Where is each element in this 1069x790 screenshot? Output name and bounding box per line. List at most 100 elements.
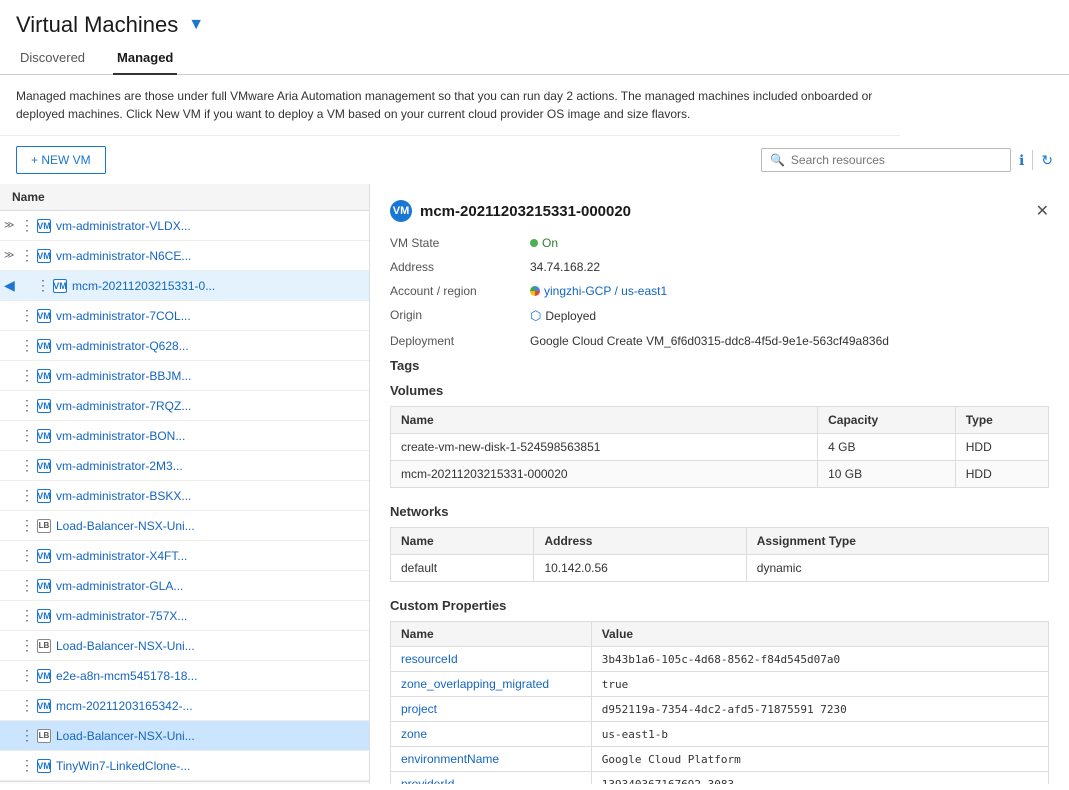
custom-properties-section-title: Custom Properties bbox=[390, 598, 1049, 613]
detail-vm-name: mcm-20211203215331-000020 bbox=[420, 203, 631, 220]
list-item[interactable]: ⋮ LB Load-Balancer-NSX-Uni... bbox=[0, 631, 369, 661]
more-btn[interactable]: ⋮ bbox=[20, 337, 36, 354]
vm-type-icon: VM bbox=[36, 248, 52, 264]
list-item[interactable]: ⋮ VM vm-administrator-2M3... bbox=[0, 451, 369, 481]
table-row: zoneus-east1-b bbox=[391, 722, 1049, 747]
list-item[interactable]: ⋮ VM vm-administrator-7COL... bbox=[0, 301, 369, 331]
cp-name: providerId bbox=[391, 772, 592, 785]
volumes-col-capacity: Capacity bbox=[818, 407, 956, 434]
tab-managed[interactable]: Managed bbox=[113, 42, 177, 75]
list-item[interactable]: ⋮ VM vm-administrator-Q628... bbox=[0, 331, 369, 361]
more-btn[interactable]: ⋮ bbox=[20, 367, 36, 384]
detail-close-button[interactable]: ✕ bbox=[1036, 201, 1049, 221]
more-btn[interactable]: ⋮ bbox=[20, 607, 36, 624]
list-item[interactable]: ⋮ VM vm-administrator-BON... bbox=[0, 421, 369, 451]
more-btn[interactable]: ⋮ bbox=[20, 757, 36, 774]
toolbar-right: 🔍 ℹ ↻ bbox=[761, 148, 1053, 172]
more-btn[interactable]: ⋮ bbox=[20, 727, 36, 744]
main-content: Name ≫ ⋮ VM vm-administrator-VLDX... ≫ ⋮… bbox=[0, 184, 1069, 784]
table-row: default10.142.0.56dynamic bbox=[391, 555, 1049, 582]
address-label: Address bbox=[390, 260, 530, 274]
list-item[interactable]: ⋮ VM vm-administrator-BSKX... bbox=[0, 481, 369, 511]
item-label: vm-administrator-BON... bbox=[56, 429, 185, 443]
info-icon[interactable]: ℹ bbox=[1019, 152, 1024, 169]
more-btn[interactable]: ⋮ bbox=[20, 427, 36, 444]
item-label: vm-administrator-BBJM... bbox=[56, 369, 191, 383]
list-item[interactable]: ⋮ VM vm-administrator-GLA... bbox=[0, 571, 369, 601]
deployed-icon: ⬡ bbox=[530, 308, 541, 324]
more-btn[interactable]: ⋮ bbox=[20, 247, 36, 264]
more-btn[interactable]: ⋮ bbox=[20, 487, 36, 504]
volumes-col-name: Name bbox=[391, 407, 818, 434]
detail-vm-icon: VM bbox=[390, 200, 412, 222]
selected-arrow-icon: ◀ bbox=[4, 277, 20, 294]
list-item[interactable]: ⋮ VM TinyWin7-LinkedClone-... bbox=[0, 751, 369, 781]
list-item[interactable]: ≫ ⋮ VM vm-administrator-VLDX... bbox=[0, 211, 369, 241]
new-vm-button[interactable]: + NEW VM bbox=[16, 146, 106, 174]
expand-btn[interactable]: ≫ bbox=[4, 220, 20, 231]
list-item[interactable]: ⋮ VM vm-administrator-X4FT... bbox=[0, 541, 369, 571]
more-btn[interactable]: ⋮ bbox=[20, 667, 36, 684]
detail-title-area: VM mcm-20211203215331-000020 bbox=[390, 200, 631, 222]
table-row: mcm-20211203215331-00002010 GBHDD bbox=[391, 461, 1049, 488]
search-input[interactable] bbox=[791, 153, 1002, 167]
table-row: zone_overlapping_migratedtrue bbox=[391, 672, 1049, 697]
cp-col-value: Value bbox=[591, 622, 1048, 647]
more-btn[interactable]: ⋮ bbox=[20, 217, 36, 234]
more-btn[interactable]: ⋮ bbox=[36, 277, 52, 294]
status-on-dot bbox=[530, 239, 538, 247]
more-btn[interactable]: ⋮ bbox=[20, 517, 36, 534]
networks-col-name: Name bbox=[391, 528, 534, 555]
more-btn[interactable]: ⋮ bbox=[20, 697, 36, 714]
table-row: projectd952119a-7354-4dc2-afd5-71875591 … bbox=[391, 697, 1049, 722]
cp-col-name: Name bbox=[391, 622, 592, 647]
list-item[interactable]: ≫ ⋮ VM vm-administrator-N6CE... bbox=[0, 241, 369, 271]
account-region-value[interactable]: yingzhi-GCP / us-east1 bbox=[530, 284, 667, 298]
item-label: vm-administrator-VLDX... bbox=[56, 219, 191, 233]
list-item[interactable]: ◀ ⋮ VM mcm-20211203215331-0... bbox=[0, 271, 369, 301]
list-item[interactable]: ⋮ VM vm-administrator-757X... bbox=[0, 601, 369, 631]
more-btn[interactable]: ⋮ bbox=[20, 307, 36, 324]
vm-state-row: VM State On bbox=[390, 236, 1049, 250]
item-label: vm-administrator-Q628... bbox=[56, 339, 189, 353]
list-column-header: Name bbox=[0, 184, 369, 211]
expand-btn[interactable]: ≫ bbox=[4, 250, 20, 261]
vm-type-icon: VM bbox=[36, 698, 52, 714]
more-btn[interactable]: ⋮ bbox=[20, 397, 36, 414]
tab-discovered[interactable]: Discovered bbox=[16, 42, 89, 75]
more-btn[interactable]: ⋮ bbox=[20, 637, 36, 654]
list-item[interactable]: ⋮ VM vm-administrator-7RQZ... bbox=[0, 391, 369, 421]
item-label: TinyWin7-LinkedClone-... bbox=[56, 759, 190, 773]
more-btn[interactable]: ⋮ bbox=[20, 577, 36, 594]
vm-type-icon: VM bbox=[36, 428, 52, 444]
refresh-icon[interactable]: ↻ bbox=[1041, 152, 1053, 169]
vm-state-label: VM State bbox=[390, 236, 530, 250]
cp-value: d952119a-7354-4dc2-afd5-71875591 7230 bbox=[591, 697, 1048, 722]
networks-col-address: Address bbox=[534, 528, 746, 555]
list-item[interactable]: ⋮ LB Load-Balancer-NSX-Uni... bbox=[0, 721, 369, 751]
divider bbox=[1032, 150, 1033, 170]
deployment-row: Deployment Google Cloud Create VM_6f6d03… bbox=[390, 334, 1049, 348]
tabs-bar: Discovered Managed bbox=[0, 42, 1069, 75]
custom-properties-table: Name Value resourceId3b43b1a6-105c-4d68-… bbox=[390, 621, 1049, 784]
cp-value: Google Cloud Platform bbox=[591, 747, 1048, 772]
origin-text: Deployed bbox=[545, 309, 596, 323]
address-row: Address 34.74.168.22 bbox=[390, 260, 1049, 274]
volume-capacity: 10 GB bbox=[818, 461, 956, 488]
more-btn[interactable]: ⋮ bbox=[20, 547, 36, 564]
list-item[interactable]: ⋮ VM mcm-20211203165342-... bbox=[0, 691, 369, 721]
deployment-label: Deployment bbox=[390, 334, 530, 348]
filter-icon[interactable]: ▼ bbox=[188, 16, 204, 34]
description-text: Managed machines are those under full VM… bbox=[0, 75, 900, 136]
volume-type: HDD bbox=[955, 461, 1048, 488]
table-row: create-vm-new-disk-1-5245985638514 GBHDD bbox=[391, 434, 1049, 461]
list-item[interactable]: ⋮ VM vm-administrator-BBJM... bbox=[0, 361, 369, 391]
account-region-row: Account / region yingzhi-GCP / us-east1 bbox=[390, 284, 1049, 298]
more-btn[interactable]: ⋮ bbox=[20, 457, 36, 474]
cp-name: zone_overlapping_migrated bbox=[391, 672, 592, 697]
list-item[interactable]: ⋮ VM e2e-a8n-mcm545178-18... bbox=[0, 661, 369, 691]
cp-value: true bbox=[591, 672, 1048, 697]
list-item[interactable]: ⋮ LB Load-Balancer-NSX-Uni... bbox=[0, 511, 369, 541]
item-label: vm-administrator-7COL... bbox=[56, 309, 191, 323]
item-label: vm-administrator-GLA... bbox=[56, 579, 183, 593]
